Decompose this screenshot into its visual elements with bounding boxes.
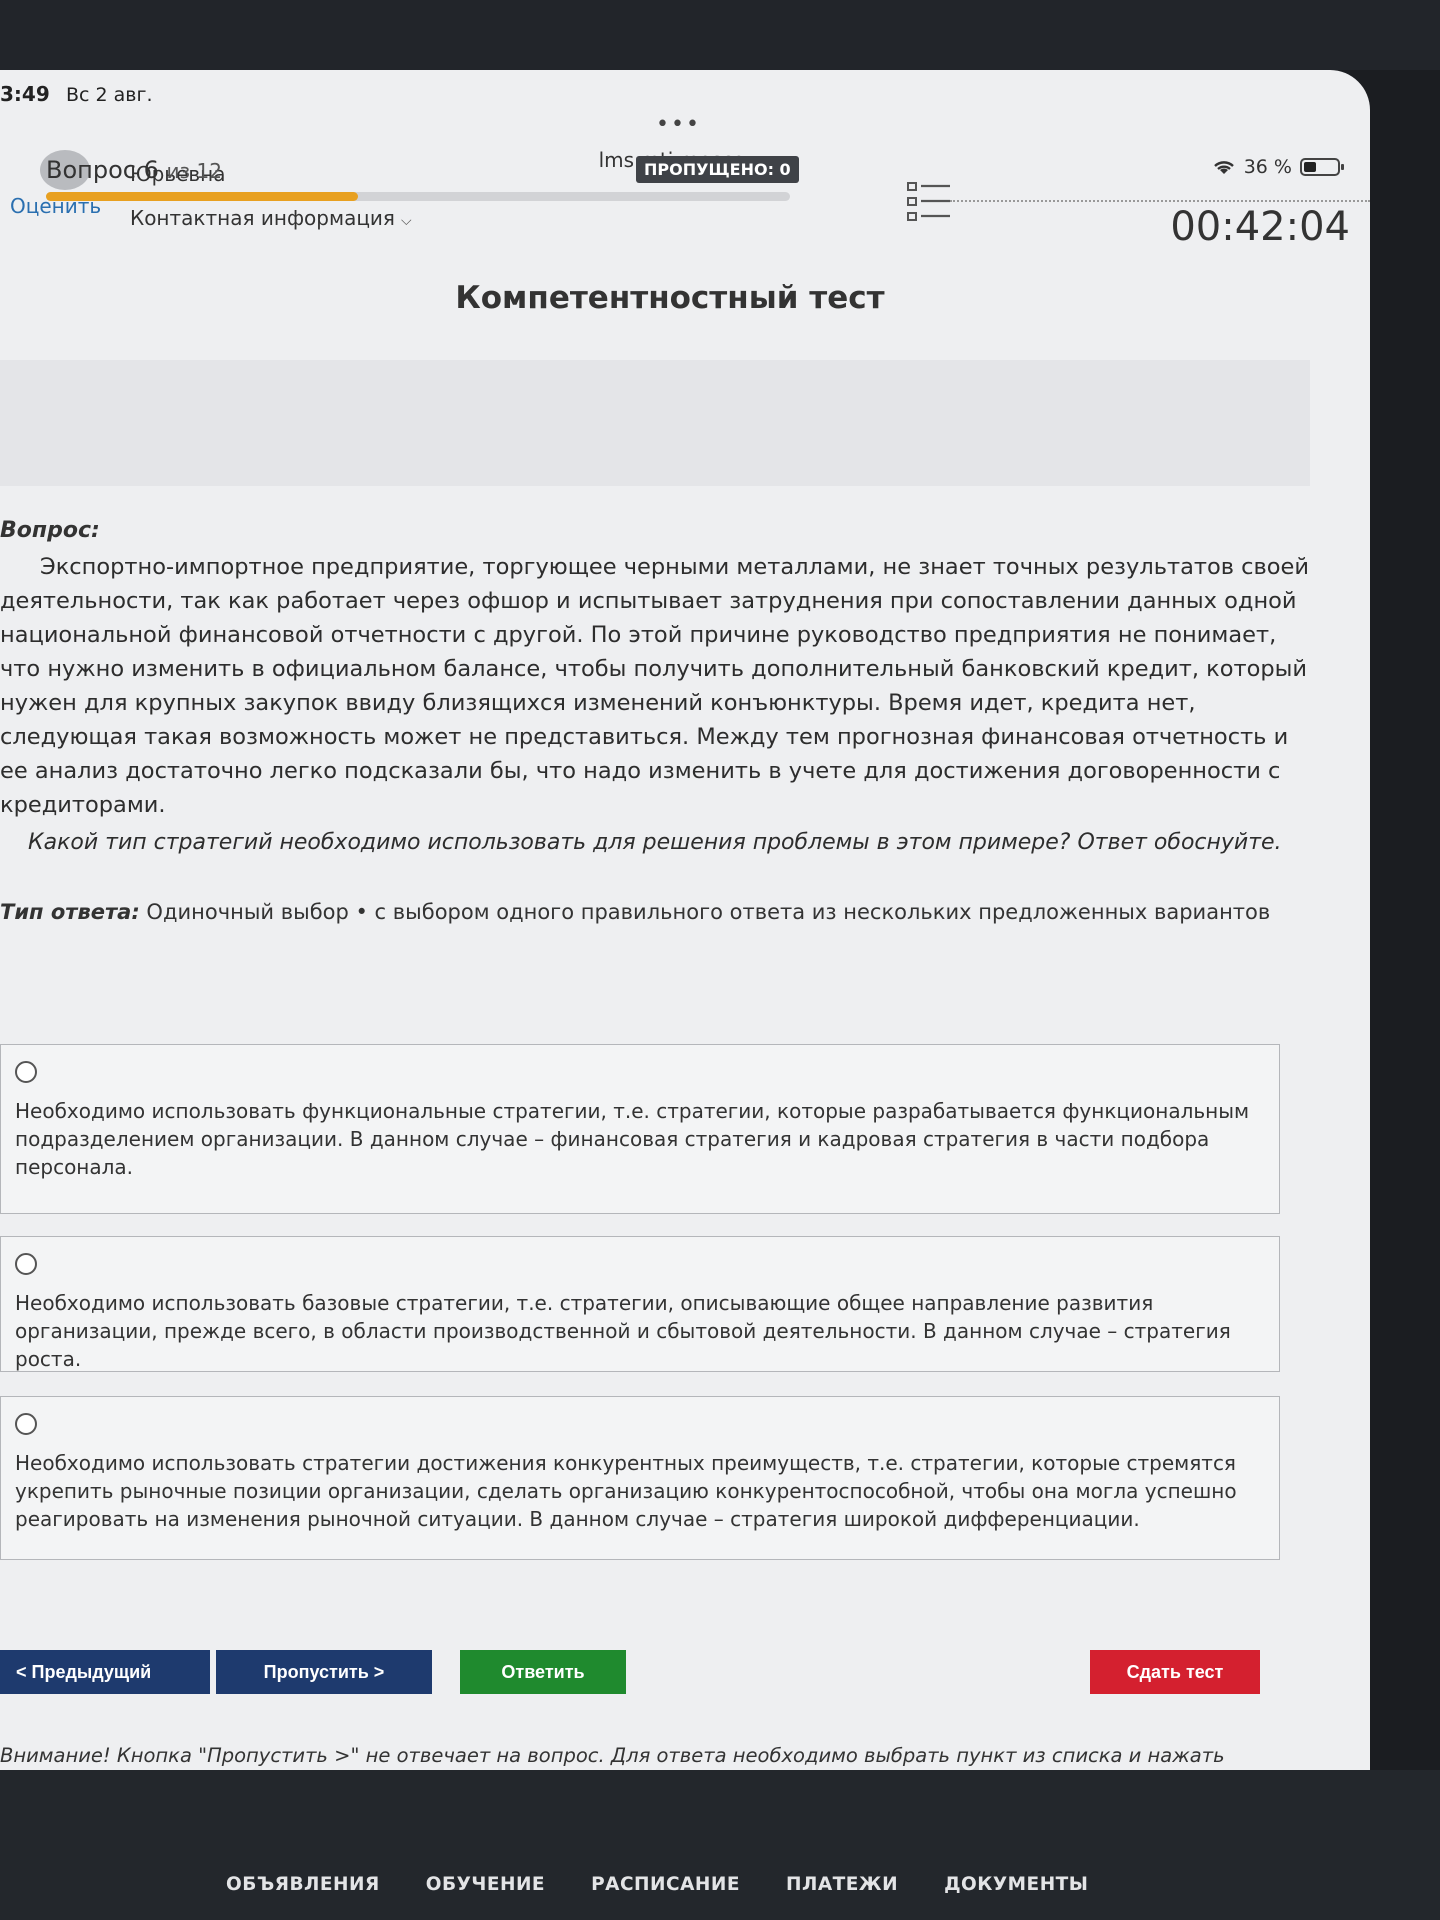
divider bbox=[950, 200, 1370, 202]
timer: 00:42:04 bbox=[1170, 204, 1350, 250]
status-time: 3:49 bbox=[0, 82, 50, 106]
answer-option-2[interactable]: Необходимо использовать базовые стратеги… bbox=[0, 1236, 1280, 1372]
answer-type: Тип ответа: Одиночный выбор • с выбором … bbox=[0, 900, 1300, 924]
multitasking-dots-icon[interactable]: ••• bbox=[656, 114, 701, 136]
page-title: Компетентностный тест bbox=[455, 280, 885, 316]
answer-option-text: Необходимо использовать стратегии достиж… bbox=[15, 1451, 1237, 1531]
progress-bar-fill bbox=[46, 192, 359, 201]
wifi-icon bbox=[1213, 161, 1234, 174]
nav-schedule[interactable]: РАСПИСАНИЕ bbox=[591, 1874, 740, 1895]
question-prompt: Какой тип стратегий необходимо использов… bbox=[28, 830, 1282, 855]
question-number: Вопрос 6 bbox=[46, 156, 159, 184]
question-counter: Вопрос 6 из 12 bbox=[46, 156, 222, 184]
status-indicators: 36 % bbox=[1212, 156, 1344, 178]
status-date: Вс 2 авг. bbox=[66, 84, 153, 106]
skipped-badge: ПРОПУЩЕНО: 0 bbox=[636, 156, 799, 183]
question-text: Экспортно-импортное предприятие, торгующ… bbox=[0, 554, 1310, 818]
submit-test-button[interactable]: Сдать тест bbox=[1090, 1650, 1260, 1694]
progress-bar bbox=[46, 192, 790, 201]
nav-announcements[interactable]: ОБЪЯВЛЕНИЯ bbox=[226, 1874, 380, 1895]
battery-percent: 36 % bbox=[1243, 156, 1292, 178]
answer-option-text: Необходимо использовать функциональные с… bbox=[15, 1099, 1250, 1179]
status-bar: 3:49 Вс 2 авг. ••• lms.mti.moscow 36 % bbox=[0, 70, 1370, 178]
answer-type-label: Тип ответа: bbox=[0, 900, 140, 924]
device-bezel bbox=[0, 0, 1440, 70]
previous-button[interactable]: < Предыдущий bbox=[0, 1650, 210, 1694]
contact-info-toggle[interactable]: Контактная информация ⌵ bbox=[130, 206, 412, 230]
answer-option-1[interactable]: Необходимо использовать функциональные с… bbox=[0, 1044, 1280, 1214]
answer-option-3[interactable]: Необходимо использовать стратегии достиж… bbox=[0, 1396, 1280, 1560]
radio-button[interactable] bbox=[15, 1253, 37, 1275]
skip-button[interactable]: Пропустить > bbox=[216, 1650, 432, 1694]
nav-payments[interactable]: ПЛАТЕЖИ bbox=[786, 1874, 898, 1895]
radio-button[interactable] bbox=[15, 1061, 37, 1083]
nav-learning[interactable]: ОБУЧЕНИЕ bbox=[426, 1874, 545, 1895]
answer-option-text: Необходимо использовать базовые стратеги… bbox=[15, 1291, 1231, 1371]
chevron-down-icon: ⌵ bbox=[400, 213, 412, 229]
question-list-icon[interactable] bbox=[906, 180, 952, 224]
radio-button[interactable] bbox=[15, 1413, 37, 1435]
question-total: из 12 bbox=[166, 159, 222, 183]
bottom-navigation: ОБЪЯВЛЕНИЯ ОБУЧЕНИЕ РАСПИСАНИЕ ПЛАТЕЖИ Д… bbox=[0, 1770, 1440, 1920]
question-label: Вопрос: bbox=[0, 518, 100, 543]
contact-info-label: Контактная информация bbox=[130, 206, 395, 230]
nav-documents[interactable]: ДОКУМЕНТЫ bbox=[944, 1874, 1088, 1895]
test-progress-panel bbox=[0, 360, 1310, 486]
battery-icon bbox=[1300, 158, 1344, 176]
nav-items: ОБЪЯВЛЕНИЯ ОБУЧЕНИЕ РАСПИСАНИЕ ПЛАТЕЖИ Д… bbox=[226, 1874, 1088, 1895]
title-area: Компетентностный тест bbox=[0, 280, 1370, 320]
tablet-screen: 3:49 Вс 2 авг. ••• lms.mti.moscow 36 % Ю… bbox=[0, 70, 1370, 1840]
answer-button[interactable]: Ответить bbox=[460, 1650, 626, 1694]
answer-type-value: Одиночный выбор • с выбором одного прави… bbox=[146, 900, 1271, 924]
